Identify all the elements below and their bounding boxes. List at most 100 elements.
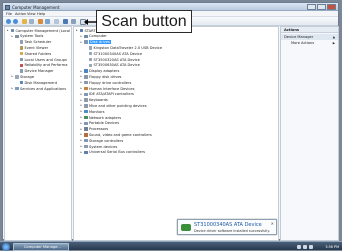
close-icon[interactable]	[327, 4, 336, 10]
network-icon[interactable]	[297, 244, 301, 249]
view-icon[interactable]	[54, 19, 59, 24]
tree-item-floppy-drive-controllers[interactable]: ▸ Floppy drive controllers	[81, 80, 132, 85]
menu-action[interactable]: Action	[15, 12, 26, 16]
expand-icon[interactable]: ▸	[81, 92, 84, 96]
expand-icon[interactable]: ▸	[81, 127, 84, 131]
expand-icon[interactable]: ▸	[12, 34, 15, 38]
expand-icon[interactable]: ▸	[7, 29, 10, 32]
tree-item-monitors[interactable]: ▸ Monitors	[81, 109, 105, 114]
expand-icon[interactable]: ▸	[81, 34, 84, 38]
show-hide-tree-icon[interactable]	[29, 19, 34, 24]
tree-item-st31000340as-ata-device[interactable]: ST31000340AS ATA Device	[85, 51, 142, 56]
menu-help[interactable]: Help	[37, 12, 45, 16]
device-category-icon	[10, 28, 15, 33]
expand-icon[interactable]: ▸	[81, 69, 84, 73]
tree-item-storage[interactable]: ▸ Storage	[12, 74, 35, 79]
tree-item-keyboards[interactable]: ▸ Keyboards	[81, 98, 108, 103]
tree-item-system-tools[interactable]: ▸ System Tools	[12, 34, 44, 39]
start-button[interactable]	[2, 242, 10, 251]
tree-item-mice-and-other-pointing-devices[interactable]: ▸ Mice and other pointing devices	[81, 103, 147, 108]
update-driver-icon[interactable]	[63, 19, 68, 24]
expand-icon[interactable]	[85, 52, 88, 55]
expand-icon[interactable]	[85, 64, 88, 67]
expand-icon[interactable]: ▸	[81, 110, 84, 113]
expand-icon[interactable]	[16, 64, 19, 67]
expand-icon[interactable]	[16, 81, 19, 84]
device-category-icon	[84, 127, 88, 131]
clock[interactable]: 3:56 PM	[325, 245, 339, 249]
tree-item-task-scheduler[interactable]: Task Scheduler	[16, 40, 51, 45]
expand-icon[interactable]: ▸	[81, 75, 84, 78]
tree-item-portable-devices[interactable]: ▸ Portable Devices	[81, 121, 120, 126]
tree-item-st3500320as-ata-device[interactable]: ST3500320AS ATA Device	[85, 57, 140, 62]
tree-item-reliability-and-performa[interactable]: Reliability and Performa	[16, 63, 67, 68]
tree-item-display-adapters[interactable]: ▸ Display adapters	[81, 69, 120, 74]
expand-icon[interactable]: ▸	[81, 98, 84, 102]
safely-remove-icon[interactable]	[309, 244, 313, 249]
expand-icon[interactable]: ▸	[81, 116, 84, 119]
maximize-icon[interactable]	[317, 4, 326, 10]
expand-icon[interactable]	[16, 41, 19, 44]
tree-item-event-viewer[interactable]: Event Viewer	[16, 45, 48, 50]
menu-file[interactable]: File	[6, 12, 12, 16]
forward-icon[interactable]	[13, 19, 18, 24]
uninstall-icon[interactable]	[71, 19, 76, 24]
tree-item-label: Display adapters	[88, 69, 120, 74]
tree-item-floppy-disk-drives[interactable]: ▸ Floppy disk drives	[81, 74, 122, 79]
tree-item-disk-drives[interactable]: ▸ Disk drives	[81, 40, 111, 45]
collapse-arrow-icon[interactable]: ▲	[333, 34, 335, 40]
expand-icon[interactable]: ▸	[81, 145, 84, 148]
volume-icon[interactable]	[303, 244, 307, 249]
tree-item-st3500630as-ata-device[interactable]: ST3500630AS ATA Device	[85, 63, 140, 68]
tree-item-universal-serial-bus-controllers[interactable]: ▸ Universal Serial Bus controllers	[81, 150, 146, 155]
tree-item-ide-ata-atapi-controllers[interactable]: ▸ IDE ATA/ATAPI controllers	[81, 92, 134, 97]
properties-icon[interactable]	[38, 19, 43, 24]
tree-item-sound-video-and-game-controllers[interactable]: ▸ Sound, video and game controllers	[81, 132, 152, 137]
tree-item-disk-management[interactable]: Disk Management	[16, 80, 57, 85]
tree-item-services-and-applications[interactable]: ▸ Services and Applications	[12, 86, 67, 91]
tree-item-shared-folders[interactable]: Shared Folders	[16, 51, 51, 56]
expand-icon[interactable]	[16, 70, 19, 73]
expand-icon[interactable]	[16, 52, 19, 55]
expand-icon[interactable]	[16, 58, 19, 61]
tree-item-local-users-and-groups[interactable]: Local Users and Groups	[16, 57, 67, 62]
tree-item-computer[interactable]: ▸ Computer	[81, 34, 107, 39]
actions-section-device-manager[interactable]: Device Manager ▲	[281, 33, 338, 40]
tree-item-network-adapters[interactable]: ▸ Network adapters	[81, 115, 122, 120]
balloon-close-icon[interactable]: ✕	[271, 221, 274, 226]
tree-item-computer-management-local[interactable]: ▸ Computer Management (Local	[7, 28, 70, 33]
more-actions-link[interactable]: More Actions	[291, 41, 314, 46]
tree-item-system-devices[interactable]: ▸ System devices	[81, 144, 118, 149]
back-icon[interactable]	[6, 19, 11, 24]
tree-item-processors[interactable]: ▸ Processors	[81, 127, 109, 132]
minimize-icon[interactable]	[307, 4, 316, 10]
tree-item-kingston-datatraveler-2-0-usb-device[interactable]: Kingston DataTraveler 2.0 USB Device	[85, 45, 162, 50]
expand-icon[interactable]: ▸	[81, 121, 84, 125]
expand-icon[interactable]	[85, 46, 88, 49]
expand-icon[interactable]: ▸	[81, 133, 84, 136]
expand-icon[interactable]	[85, 58, 88, 61]
balloon-subtitle: Device driver software installed success…	[194, 229, 270, 233]
tree-item-label: Shared Folders	[24, 51, 52, 56]
expand-icon[interactable]: ▸	[81, 87, 84, 90]
tree-item-label: Monitors	[88, 109, 105, 114]
tree-item-device-manager[interactable]: Device Manager	[16, 69, 54, 74]
expand-icon[interactable]: ▸	[81, 139, 84, 142]
up-folder-icon[interactable]	[22, 19, 27, 24]
tree-item-label: Sound, video and game controllers	[88, 132, 152, 137]
expand-icon[interactable]: ▸	[81, 104, 84, 107]
expand-icon[interactable]	[16, 46, 19, 49]
notification-balloon[interactable]: ST31000340AS ATA Device Device driver so…	[177, 219, 277, 235]
expand-icon[interactable]: ▸	[12, 75, 15, 78]
expand-icon[interactable]: ▸	[81, 40, 84, 44]
expand-icon[interactable]: ▸	[12, 87, 15, 90]
menu-view[interactable]: View	[27, 12, 36, 16]
expand-icon[interactable]: ▸	[81, 81, 84, 84]
taskbar-item-computer-management[interactable]: Computer Manage...	[13, 242, 69, 251]
expand-icon[interactable]: ▸	[76, 29, 79, 32]
more-actions-arrow-icon[interactable]: ▶	[333, 41, 335, 46]
tree-item-human-interface-devices[interactable]: ▸ Human Interface Devices	[81, 86, 135, 91]
expand-icon[interactable]: ▸	[81, 150, 84, 154]
tree-item-storage-controllers[interactable]: ▸ Storage controllers	[81, 138, 124, 143]
help-icon[interactable]	[45, 19, 50, 24]
